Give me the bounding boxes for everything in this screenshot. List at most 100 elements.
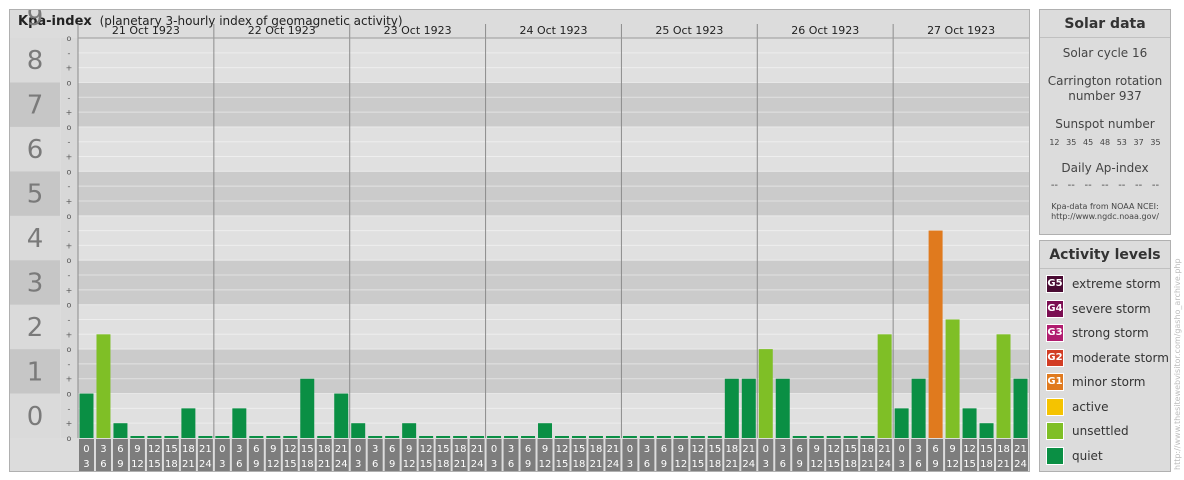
kp-bar (588, 436, 603, 438)
interval-end-label: 15 (963, 459, 976, 470)
interval-start-label: 12 (827, 444, 840, 455)
interval-start-label: 6 (389, 444, 395, 455)
kp-bar (521, 436, 536, 438)
y-tick-label: 7 (27, 91, 44, 121)
interval-end-label: 18 (301, 459, 314, 470)
minor-tick-label: o (67, 345, 72, 354)
minor-tick-label: - (68, 93, 71, 102)
interval-start-label: 0 (219, 444, 225, 455)
activity-level-swatch (1046, 397, 1064, 416)
interval-end-label: 24 (335, 459, 348, 470)
minor-tick-label: + (66, 64, 73, 73)
kp-bar (928, 230, 943, 438)
y-tick-label: 6 (27, 135, 44, 165)
interval-end-label: 6 (915, 459, 921, 470)
y-tick-label: 5 (27, 180, 44, 210)
activity-levels-panel: Activity levels G5 extreme storm G4 severe … (1039, 240, 1171, 472)
kp-bar (843, 436, 858, 438)
interval-end-label: 3 (627, 459, 633, 470)
activity-level-label: severe storm (1072, 301, 1151, 316)
kp-bar (979, 423, 994, 438)
activity-level-swatch: G3 (1046, 324, 1064, 342)
y-tick-label: 8 (27, 46, 44, 76)
interval-start-label: 12 (963, 444, 976, 455)
activity-level-swatch (1046, 446, 1064, 465)
kp-bar (741, 378, 756, 438)
ap-value: -- (1135, 180, 1143, 191)
sunspot-values: 12 35 45 48 53 37 35 (1040, 138, 1170, 147)
carrington-line-2: number 937 (1068, 89, 1142, 103)
interval-start-label: 9 (542, 444, 548, 455)
interval-start-label: 15 (437, 444, 450, 455)
interval-end-label: 9 (932, 459, 938, 470)
interval-end-label: 15 (284, 459, 297, 470)
minor-tick-label: o (67, 390, 72, 399)
interval-start-label: 3 (915, 444, 921, 455)
activity-level-swatch: G2 (1046, 348, 1064, 367)
kp-bar (1013, 378, 1028, 438)
kp-bar (707, 436, 722, 438)
kp-bar (894, 408, 909, 438)
interval-start-label: 21 (607, 444, 620, 455)
minor-tick-label: o (67, 301, 72, 310)
interval-start-label: 9 (134, 444, 140, 455)
interval-start-label: 18 (861, 444, 874, 455)
interval-end-label: 21 (997, 459, 1010, 470)
interval-start-label: 12 (284, 444, 297, 455)
interval-end-label: 12 (131, 459, 144, 470)
activity-level-item: G3 strong storm (1046, 324, 1149, 342)
interval-end-label: 18 (165, 459, 178, 470)
ap-value: -- (1067, 180, 1075, 191)
interval-end-label: 21 (182, 459, 195, 470)
minor-tick-label: + (66, 241, 73, 250)
kp-bar (571, 436, 586, 438)
source-note-line-2: http://www.ngdc.noaa.gov/ (1051, 212, 1159, 221)
interval-end-label: 18 (437, 459, 450, 470)
kp-bar (877, 334, 892, 438)
interval-start-label: 18 (997, 444, 1010, 455)
kp-bar (334, 393, 349, 438)
interval-start-label: 6 (117, 444, 123, 455)
interval-end-label: 3 (355, 459, 361, 470)
activity-level-label: unsettled (1072, 424, 1129, 438)
carrington-line-1: Carrington rotation (1047, 74, 1163, 88)
interval-start-label: 6 (932, 444, 938, 455)
kp-bar (911, 378, 926, 438)
interval-end-label: 3 (763, 459, 769, 470)
interval-end-label: 24 (878, 459, 891, 470)
activity-level-swatch (1046, 422, 1064, 440)
minor-tick-label: o (67, 34, 72, 43)
interval-end-label: 15 (148, 459, 161, 470)
interval-end-label: 9 (661, 459, 667, 470)
interval-end-label: 3 (219, 459, 225, 470)
kpa-chart-panel: Kpa-index (planetary 3-hourly index of g… (9, 9, 1030, 472)
interval-end-label: 9 (117, 459, 123, 470)
interval-start-label: 0 (83, 444, 89, 455)
interval-end-label: 6 (372, 459, 378, 470)
activity-level-label: moderate storm (1072, 350, 1169, 365)
minor-tick-label: + (66, 419, 73, 428)
kp-bar (79, 393, 94, 438)
activity-level-label: active (1072, 399, 1109, 414)
activity-level-swatch: G5 (1046, 275, 1064, 293)
interval-end-label: 21 (861, 459, 874, 470)
kp-bar (945, 319, 960, 438)
interval-start-label: 15 (980, 444, 993, 455)
kp-band (78, 82, 1029, 127)
interval-end-label: 15 (691, 459, 704, 470)
interval-end-label: 6 (644, 459, 650, 470)
day-label: 25 Oct 1923 (655, 24, 723, 37)
kp-band (78, 171, 1029, 216)
ap-index-values: -- -- -- -- -- -- -- (1040, 180, 1170, 191)
interval-start-label: 0 (763, 444, 769, 455)
interval-start-label: 21 (471, 444, 484, 455)
ap-index-label: Daily Ap-index (1061, 161, 1149, 175)
interval-start-label: 18 (725, 444, 738, 455)
minor-tick-label: + (66, 153, 73, 162)
y-tick-label: 0 (27, 402, 44, 432)
activity-level-item: G1 minor storm (1046, 373, 1145, 391)
interval-start-label: 21 (742, 444, 755, 455)
y-tick-label: 2 (27, 313, 44, 343)
y-tick-label: 9 (27, 10, 44, 32)
activity-level-item: unsettled (1046, 422, 1129, 440)
